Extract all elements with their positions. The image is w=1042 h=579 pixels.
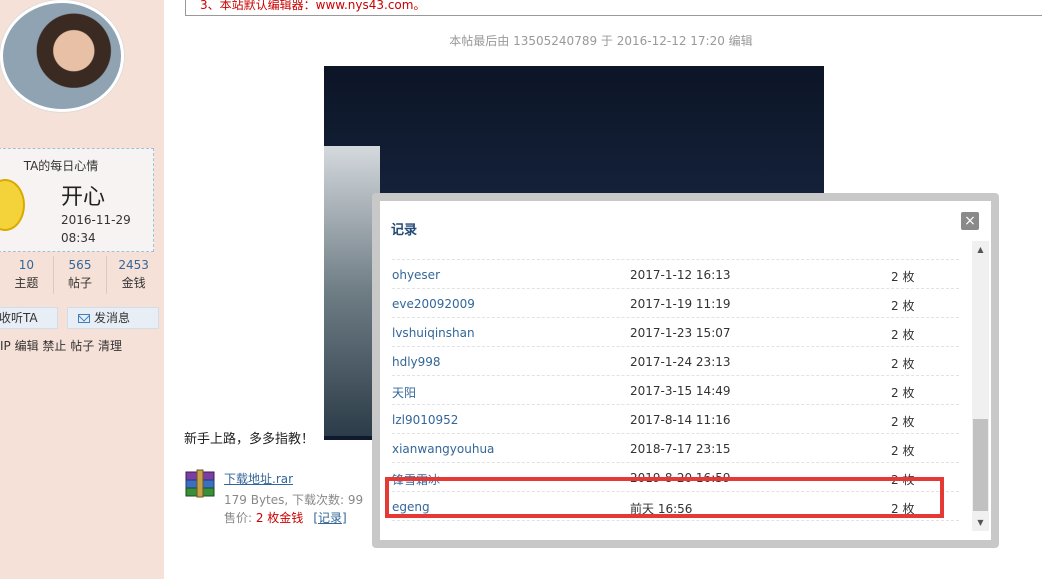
table-row: lzl9010952 2017-8-14 11:16 2 枚 <box>392 405 959 434</box>
table-row: 天阳 2017-3-15 14:49 2 枚 <box>392 376 959 405</box>
stat-posts-value[interactable]: 565 <box>54 256 107 274</box>
edit-note: 本帖最后由 13505240789 于 2016-12-12 17:20 编辑 <box>449 34 753 48</box>
record-time: 2017-1-19 11:19 <box>630 297 731 311</box>
record-amount: 2 枚 <box>891 270 915 284</box>
stat-posts-label: 帖子 <box>68 276 93 290</box>
record-user[interactable]: ohyeser <box>392 268 440 282</box>
mood-emoji-icon <box>0 179 25 231</box>
record-amount: 2 枚 <box>891 444 915 458</box>
stat-money[interactable]: 2453 金钱 <box>107 256 160 294</box>
table-row: hdly998 2017-1-24 23:13 2 枚 <box>392 347 959 376</box>
author-sidebar: TA的每日心情 开心 2016-11-29 08:34 10 主题 565 帖子… <box>0 0 164 579</box>
stat-money-label: 金钱 <box>121 276 146 290</box>
mood-title: TA的每日心情 <box>23 159 99 173</box>
record-user[interactable]: lvshuiqinshan <box>392 326 475 340</box>
notice-text: 3、本站默认编辑器：www.nys43.com。 <box>200 0 426 12</box>
record-link[interactable]: [记录] <box>313 511 346 525</box>
send-message-button[interactable]: 发消息 <box>67 307 159 329</box>
table-row: lvshuiqinshan 2017-1-23 15:07 2 枚 <box>392 318 959 347</box>
daily-mood-box: TA的每日心情 开心 2016-11-29 08:34 <box>0 148 154 252</box>
avatar[interactable] <box>0 0 124 112</box>
stat-topics[interactable]: 10 主题 <box>0 256 54 294</box>
record-time: 2017-8-14 11:16 <box>630 413 731 427</box>
attachment-price: 售价: 2 枚金钱 [记录] <box>224 509 347 526</box>
author-stats: 10 主题 565 帖子 2453 金钱 <box>0 256 160 294</box>
attachment-link[interactable]: 下载地址.rar <box>224 470 293 487</box>
send-message-label: 发消息 <box>94 311 131 325</box>
stat-topics-value[interactable]: 10 <box>0 256 53 274</box>
highlight-annotation <box>385 477 944 518</box>
rar-archive-icon <box>185 469 215 498</box>
record-time: 2018-7-17 23:15 <box>630 442 731 456</box>
follow-button[interactable]: 收听TA <box>0 307 58 329</box>
price-label: 售价: <box>224 511 256 525</box>
record-time: 2017-1-12 16:13 <box>630 268 731 282</box>
table-row: eve20092009 2017-1-19 11:19 2 枚 <box>392 289 959 318</box>
scroll-up-icon[interactable]: ▲ <box>972 241 989 258</box>
record-user[interactable]: xianwangyouhua <box>392 442 494 456</box>
record-time: 2017-1-24 23:13 <box>630 355 731 369</box>
admin-links[interactable]: IP 编辑 禁止 帖子 清理 <box>0 337 122 354</box>
record-user[interactable]: eve20092009 <box>392 297 475 311</box>
record-time: 2017-1-23 15:07 <box>630 326 731 340</box>
record-amount: 2 枚 <box>891 415 915 429</box>
record-amount: 2 枚 <box>891 299 915 313</box>
price-value: 2 枚金钱 <box>255 511 304 525</box>
stat-topics-label: 主题 <box>14 276 39 290</box>
scroll-down-icon[interactable]: ▼ <box>972 514 989 531</box>
mood-text: 开心 <box>61 185 106 210</box>
table-row: xianwangyouhua 2018-7-17 23:15 2 枚 <box>392 434 959 463</box>
record-user[interactable]: hdly998 <box>392 355 441 369</box>
mail-icon <box>78 314 90 323</box>
dialog-title: 记录 <box>391 223 418 238</box>
attachment-meta: 179 Bytes, 下载次数: 99 <box>224 493 364 507</box>
mood-date: 2016-11-29 08:34 <box>61 213 131 245</box>
stat-posts[interactable]: 565 帖子 <box>54 256 108 294</box>
table-row: ohyeser 2017-1-12 16:13 2 枚 <box>392 260 959 289</box>
notice-box: 3、本站默认编辑器：www.nys43.com。 <box>185 0 1042 16</box>
scroll-thumb[interactable] <box>973 419 988 511</box>
list-item-partial <box>392 248 959 260</box>
record-scrollbar[interactable]: ▲ ▼ <box>972 241 989 531</box>
record-amount: 2 枚 <box>891 328 915 342</box>
record-amount: 2 枚 <box>891 386 915 400</box>
record-time: 2017-3-15 14:49 <box>630 384 731 398</box>
record-user[interactable]: lzl9010952 <box>392 413 458 427</box>
record-amount: 2 枚 <box>891 357 915 371</box>
post-greeting: 新手上路，多多指教！ <box>184 432 315 447</box>
record-user[interactable]: 天阳 <box>392 384 416 401</box>
close-icon[interactable]: × <box>961 212 979 230</box>
stat-money-value[interactable]: 2453 <box>107 256 160 274</box>
